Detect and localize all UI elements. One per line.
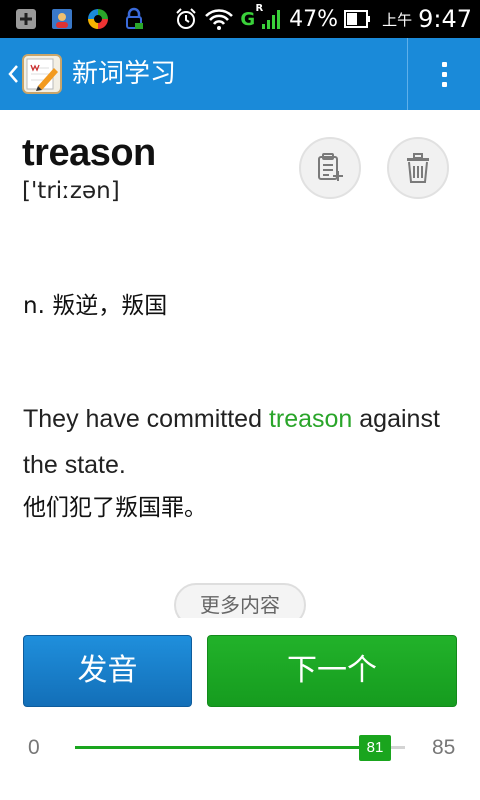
pronounce-button[interactable]: 发音 — [23, 635, 192, 707]
app-logo[interactable] — [22, 54, 62, 94]
signal-strength-icon — [262, 10, 281, 29]
word-heading: treason — [22, 132, 156, 174]
network-type-text: G — [240, 8, 256, 30]
add-to-notebook-button[interactable] — [299, 137, 361, 199]
back-chevron-icon[interactable] — [6, 60, 20, 88]
example-text-before: They have committed — [23, 405, 269, 433]
trash-icon — [407, 153, 429, 183]
sync-app-icon — [88, 9, 108, 29]
roaming-indicator: R — [255, 2, 264, 14]
clock-time: 9:47 — [418, 5, 472, 33]
add-notification-icon — [16, 9, 36, 29]
network-type-label: G R — [240, 3, 263, 30]
progress-slider[interactable]: 81 — [75, 735, 405, 761]
time-period: 上午 — [382, 10, 413, 29]
alarm-icon — [176, 8, 197, 29]
battery-icon — [344, 10, 371, 28]
wifi-icon — [205, 9, 234, 30]
add-note-icon — [318, 153, 343, 181]
overflow-menu-icon[interactable] — [408, 38, 480, 110]
progress-min-label: 0 — [28, 736, 40, 759]
app-bar: 新词学习 — [0, 38, 480, 110]
lock-notification-icon — [126, 7, 143, 29]
battery-percent: 47% — [289, 6, 339, 32]
progress-thumb[interactable]: 81 — [358, 735, 391, 761]
progress-max-label: 85 — [432, 736, 456, 759]
phonetic-transcription: ['triːzən] — [22, 178, 120, 204]
example-translation: 他们犯了叛国罪。 — [23, 495, 207, 521]
delete-word-button[interactable] — [387, 137, 449, 199]
notebook-pencil-icon — [26, 58, 58, 91]
status-bar: G R 47% 上午 9:47 — [0, 0, 480, 38]
word-definition: n. 叛逆，叛国 — [23, 293, 168, 319]
progress-fill — [75, 746, 375, 749]
example-highlighted-word: treason — [268, 405, 353, 433]
example-sentence: They have committed treason against the … — [23, 396, 463, 488]
contacts-notification-icon — [52, 9, 72, 29]
screen-title: 新词学习 — [72, 59, 177, 89]
next-word-button[interactable]: 下一个 — [207, 635, 457, 707]
